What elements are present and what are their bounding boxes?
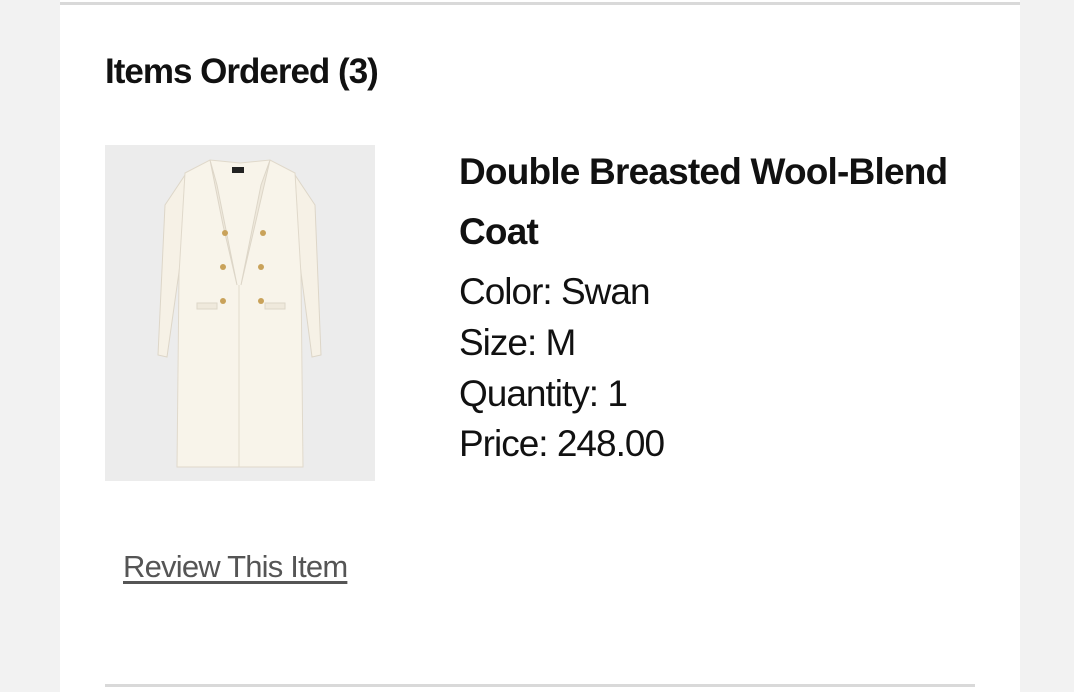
coat-image-icon xyxy=(105,145,375,481)
product-quantity: Quantity: 1 xyxy=(459,373,628,414)
product-size: Size: M xyxy=(459,322,576,363)
section-title: Items Ordered (3) xyxy=(105,52,379,91)
order-items-card: Items Ordered (3) Double Breasted Wool-B… xyxy=(60,0,1020,692)
review-item-link[interactable]: Review This Item xyxy=(123,549,348,585)
product-price: Price: 248.00 xyxy=(459,423,665,464)
product-name[interactable]: Double Breasted Wool-Blend Coat xyxy=(459,142,989,262)
product-image[interactable] xyxy=(105,145,375,481)
top-divider xyxy=(60,2,1020,5)
bottom-divider xyxy=(105,684,975,687)
product-color: Color: Swan xyxy=(459,271,651,312)
